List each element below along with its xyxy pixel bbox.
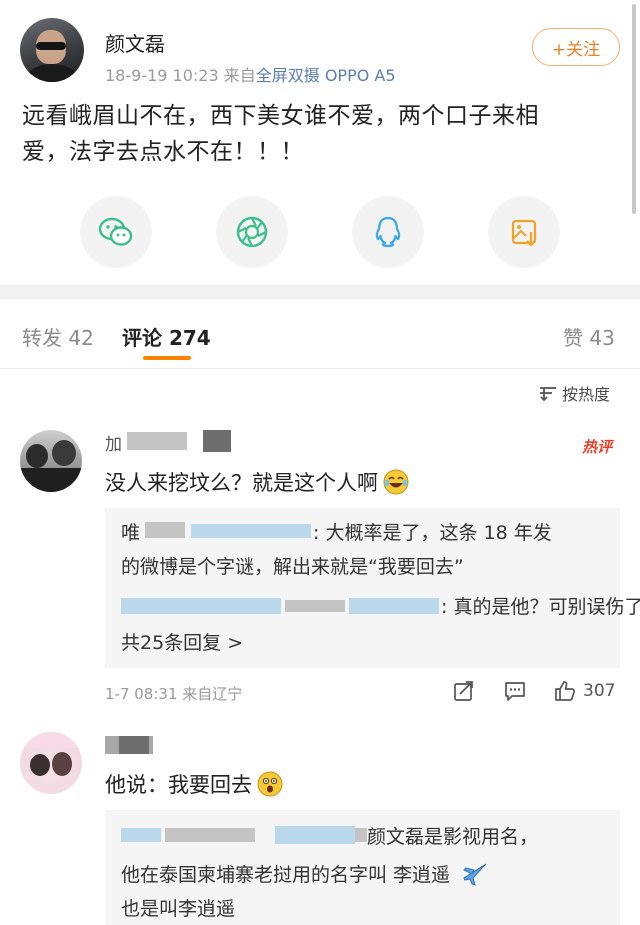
post-text-line: 远看峨眉山不在，西下美女谁不爱，两个口子来相 xyxy=(22,103,539,129)
tab-comments[interactable]: 评论 274 xyxy=(122,322,211,351)
save-image-button[interactable] xyxy=(488,196,560,268)
reply-text: : 真的是他？可别误伤了 xyxy=(441,596,640,618)
tab-count: 274 xyxy=(168,326,211,350)
post-meta: 18-9-19 10:23 来自全屏双摄 OPPO A5 xyxy=(105,62,396,86)
reply-preview-box[interactable]: 唯 : 大概率是了，这条 18 年发 的微博是个字谜，解出来就是“我要回去” :… xyxy=(105,508,640,668)
laugh-cry-emoji xyxy=(383,469,409,495)
comment-text-body: 没人来挖坟么？就是这个人啊 xyxy=(105,471,378,495)
source-prefix: 来自 xyxy=(223,66,256,85)
tab-count: 42 xyxy=(68,326,94,350)
view-all-replies-link[interactable]: 共25条回复 > xyxy=(121,628,243,655)
tab-label: 转发 xyxy=(22,326,62,350)
follow-button[interactable]: +关注 xyxy=(532,28,620,66)
repost-icon xyxy=(454,681,473,701)
commenter-name-visible: 加 xyxy=(105,435,122,455)
share-moments-button[interactable] xyxy=(216,196,288,268)
comment-text: 没人来挖坟么？就是这个人啊 xyxy=(105,467,410,497)
comment-text-body: 他说：我要回去 xyxy=(105,773,252,797)
repost-comment-button[interactable] xyxy=(452,679,476,703)
hot-comment-badge: 热评 xyxy=(582,438,613,456)
reply-text-row: 他在泰国柬埔寨老挝用的名字叫 李逍遥 xyxy=(121,858,490,888)
tab-count: 43 xyxy=(589,326,615,350)
commenter-avatar[interactable] xyxy=(20,732,82,794)
comment-meta: 1-7 08:31 来自辽宁 xyxy=(105,685,243,703)
reply-preview-box[interactable]: 颜文磊是影视用名， 他在泰国柬埔寨老挝用的名字叫 李逍遥 也是叫李逍遥 xyxy=(105,810,620,925)
shocked-emoji xyxy=(257,771,283,797)
section-divider xyxy=(0,285,640,299)
wechat-icon xyxy=(98,217,133,246)
share-qq-button[interactable] xyxy=(352,196,424,268)
post-timestamp: 18-9-19 10:23 xyxy=(105,66,219,85)
qq-icon xyxy=(375,216,401,248)
tab-label: 评论 xyxy=(122,326,162,350)
post-text: 远看峨眉山不在，西下美女谁不爱，两个口子来相 爱，法字去点水不在！！！ xyxy=(22,98,622,170)
sort-icon xyxy=(540,387,556,402)
reply-text: 颜文磊是影视用名， xyxy=(367,826,539,848)
active-tab-indicator xyxy=(143,356,191,360)
moments-icon xyxy=(236,216,268,248)
tab-reposts[interactable]: 转发 42 xyxy=(22,322,94,351)
tab-likes[interactable]: 赞 43 xyxy=(563,322,615,351)
reply-text: : 大概率是了，这条 18 年发 xyxy=(313,522,552,544)
scrollbar[interactable] xyxy=(632,4,636,214)
like-count: 307 xyxy=(583,681,616,701)
share-wechat-button[interactable] xyxy=(80,196,152,268)
thumbs-up-icon xyxy=(555,681,575,701)
reply-text: 也是叫李逍遥 xyxy=(121,898,236,920)
author-name[interactable]: 颜文磊 xyxy=(105,28,165,57)
sort-toggle[interactable]: 按热度 xyxy=(538,381,610,405)
reply-name-visible: 唯 xyxy=(121,522,141,544)
tab-divider xyxy=(0,368,640,369)
save-image-icon xyxy=(511,219,537,247)
reply-comment-button[interactable] xyxy=(503,679,527,703)
author-avatar[interactable] xyxy=(20,18,84,82)
commenter-name[interactable]: 加 xyxy=(105,430,235,455)
like-comment-button[interactable]: 307 xyxy=(553,679,615,703)
commenter-name[interactable] xyxy=(105,736,153,754)
reply-text: 的微博是个字谜，解出来就是“我要回去” xyxy=(121,556,464,578)
post-text-line: 爱，法字去点水不在！！！ xyxy=(22,139,304,165)
tab-label: 赞 xyxy=(563,326,583,350)
airplane-emoji xyxy=(463,863,487,886)
commenter-avatar[interactable] xyxy=(20,430,82,492)
comment-text: 他说：我要回去 xyxy=(105,769,284,799)
source-device-link[interactable]: 全屏双摄 OPPO A5 xyxy=(256,66,396,85)
sort-label: 按热度 xyxy=(562,385,611,404)
reply-text: 他在泰国柬埔寨老挝用的名字叫 李逍遥 xyxy=(121,863,451,886)
comment-icon xyxy=(505,682,525,701)
